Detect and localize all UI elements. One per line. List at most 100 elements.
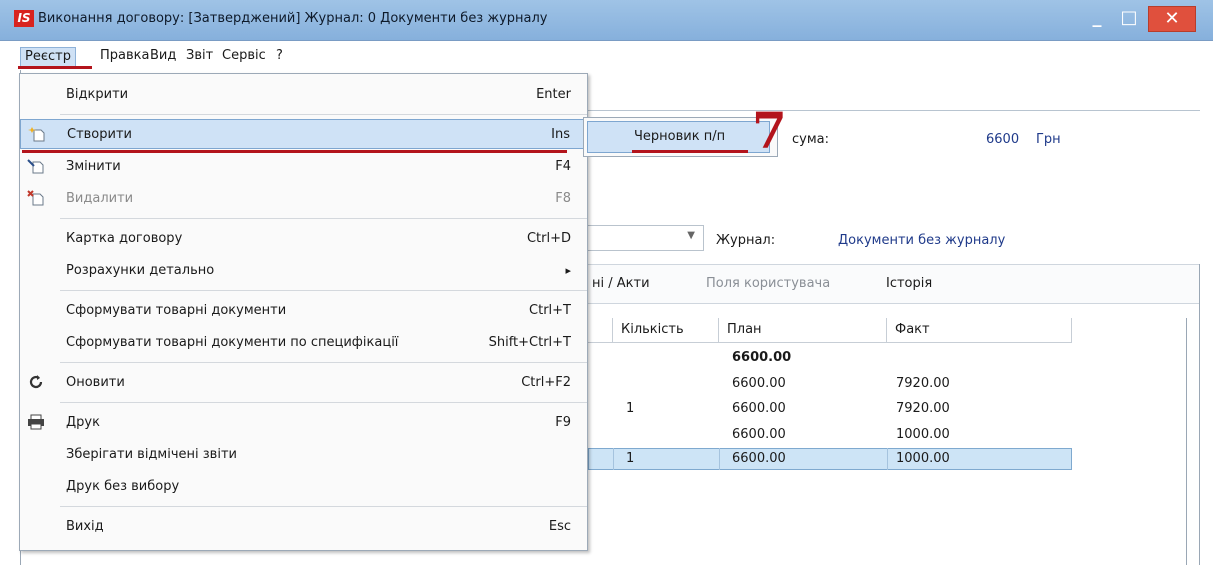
- column-header-plan[interactable]: План: [719, 318, 887, 342]
- grid-header-spacer: [588, 318, 613, 342]
- currency-label: Грн: [1036, 132, 1061, 147]
- edit-doc-icon: [26, 158, 46, 176]
- submenu-highlight-underline: [632, 150, 748, 153]
- submenu-item-draft-payment[interactable]: Черновик п/п: [587, 121, 770, 153]
- row-qty: 1: [626, 401, 635, 416]
- menu-item-contract-card[interactable]: Картка договору Ctrl+D: [20, 224, 587, 254]
- maximize-button[interactable]: □: [1114, 6, 1144, 32]
- row-separator: [613, 448, 614, 470]
- row-plan: 6600.00: [732, 401, 786, 416]
- row-fact: 7920.00: [896, 401, 950, 416]
- menu-item-print[interactable]: Друк F9: [20, 408, 587, 438]
- close-button[interactable]: ✕: [1148, 6, 1196, 32]
- menu-item-label: Друк без вибору: [66, 479, 180, 494]
- menu-highlight-underline: [18, 66, 92, 69]
- menu-item-shortcut: Ctrl+T: [529, 303, 571, 318]
- menu-item-detailed-calc[interactable]: Розрахунки детально ▸: [20, 256, 587, 286]
- menu-item-label: Зберігати відмічені звіти: [66, 447, 237, 462]
- window-title: Виконання договору: [Затверджений] Журна…: [38, 11, 548, 26]
- menu-item-label: Вихід: [66, 519, 104, 534]
- menu-item-label: Картка договору: [66, 231, 183, 246]
- combo-field[interactable]: ▼: [588, 225, 704, 251]
- row-plan: 6600.00: [732, 451, 786, 466]
- menu-item-shortcut: F8: [555, 191, 571, 206]
- step-number-marker: 7: [752, 101, 787, 160]
- printer-icon: [26, 414, 46, 432]
- delete-doc-icon: [26, 190, 46, 208]
- menu-item-label: Розрахунки детально: [66, 263, 215, 278]
- title-bar: IS Виконання договору: [Затверджений] Жу…: [0, 0, 1213, 41]
- tab-user-fields[interactable]: Поля користувача: [706, 276, 830, 291]
- submenu-arrow-icon: ▸: [565, 264, 571, 277]
- menu-view[interactable]: Вид: [146, 47, 180, 67]
- menu-item-label: Відкрити: [66, 87, 129, 102]
- menu-service[interactable]: Сервіс: [218, 47, 270, 67]
- column-header-fact[interactable]: Факт: [887, 318, 1072, 342]
- menu-item-delete[interactable]: Видалити F8: [20, 184, 587, 214]
- menu-separator: [60, 114, 587, 115]
- minimize-button[interactable]: _: [1082, 6, 1112, 32]
- menu-registry[interactable]: Реєстр: [20, 47, 76, 67]
- menu-item-shortcut: Enter: [536, 87, 571, 102]
- panel-border-right: [1199, 264, 1200, 565]
- row-separator: [887, 448, 888, 470]
- menu-item-shortcut: F4: [555, 159, 571, 174]
- menu-item-create[interactable]: Створити Ins: [20, 119, 587, 149]
- tab-acts[interactable]: ні / Акти: [592, 276, 650, 291]
- row-plan: 6600.00: [732, 427, 786, 442]
- menu-item-exit[interactable]: Вихід Esc: [20, 512, 587, 542]
- menu-item-shortcut: Ctrl+F2: [521, 375, 571, 390]
- menu-item-shortcut: Ctrl+D: [526, 231, 571, 246]
- menu-item-label: Видалити: [66, 191, 134, 206]
- menu-separator: [60, 218, 587, 219]
- menu-help[interactable]: ?: [272, 47, 287, 67]
- menu-item-print-no-select[interactable]: Друк без вибору: [20, 472, 587, 502]
- menu-item-label: Створити: [67, 127, 132, 142]
- menu-item-shortcut: Esc: [548, 519, 571, 534]
- column-header-qty[interactable]: Кількість: [613, 318, 719, 342]
- menu-item-label: Оновити: [66, 375, 125, 390]
- new-doc-icon: [27, 126, 47, 144]
- menu-item-form-goods-docs[interactable]: Сформувати товарні документи Ctrl+T: [20, 296, 587, 326]
- total-plan: 6600.00: [732, 350, 792, 365]
- menu-item-edit[interactable]: Змінити F4: [20, 152, 587, 182]
- menu-item-label: Сформувати товарні документи: [66, 303, 287, 318]
- menu-edit[interactable]: Правка: [96, 47, 153, 67]
- menu-separator: [60, 290, 587, 291]
- selected-table-row[interactable]: [588, 448, 1072, 470]
- create-highlight-underline: [22, 150, 567, 153]
- menu-item-open[interactable]: Відкрити Enter: [20, 80, 587, 110]
- grid-border-right: [1186, 318, 1187, 565]
- menu-report[interactable]: Звіт: [182, 47, 217, 67]
- journal-value: Документи без журналу: [838, 233, 1006, 248]
- journal-label: Журнал:: [716, 233, 776, 248]
- chevron-down-icon[interactable]: ▼: [687, 230, 695, 241]
- menu-item-label: Змінити: [66, 159, 121, 174]
- menu-item-shortcut: F9: [555, 415, 571, 430]
- menu-item-label: Друк: [66, 415, 100, 430]
- row-fact: 1000.00: [896, 451, 950, 466]
- menu-bar: Реєстр Правка Вид Звіт Сервіс ?: [0, 41, 1213, 70]
- row-plan: 6600.00: [732, 376, 786, 391]
- header-divider: [588, 110, 1200, 111]
- sum-label: сума:: [792, 132, 829, 147]
- registry-dropdown-menu: Відкрити Enter Створити Ins Змінити F4 В…: [19, 73, 588, 551]
- menu-item-shortcut: Shift+Ctrl+T: [488, 335, 571, 350]
- menu-item-label: Сформувати товарні документи по специфік…: [66, 335, 399, 350]
- row-separator: [719, 448, 720, 470]
- app-logo-icon: IS: [14, 10, 34, 27]
- menu-item-refresh[interactable]: Оновити Ctrl+F2: [20, 368, 587, 398]
- sum-value: 6600: [986, 132, 1020, 147]
- menu-item-shortcut: Ins: [551, 127, 570, 142]
- menu-item-save-reports[interactable]: Зберігати відмічені звіти: [20, 440, 587, 470]
- menu-separator: [60, 506, 587, 507]
- grid-header: Кількість План Факт: [588, 318, 1072, 343]
- row-fact: 7920.00: [896, 376, 950, 391]
- refresh-icon: [26, 374, 46, 392]
- row-qty: 1: [626, 451, 635, 466]
- tab-history[interactable]: Історія: [886, 276, 932, 291]
- menu-separator: [60, 362, 587, 363]
- row-fact: 1000.00: [896, 427, 950, 442]
- menu-item-form-goods-docs-spec[interactable]: Сформувати товарні документи по специфік…: [20, 328, 587, 358]
- menu-separator: [60, 402, 587, 403]
